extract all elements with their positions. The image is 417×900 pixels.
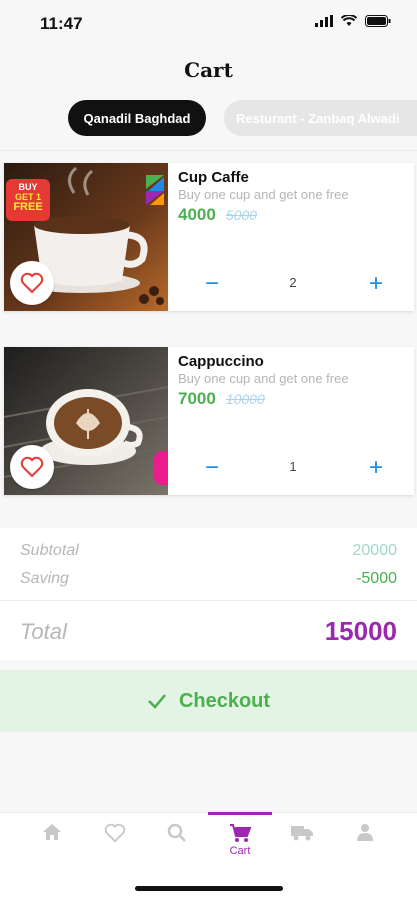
person-icon — [357, 824, 373, 841]
heart-icon — [20, 456, 44, 478]
subtotal-value: 20000 — [352, 542, 398, 559]
item-old-price: 5000 — [225, 207, 257, 223]
item-name: Cappuccino — [178, 353, 264, 370]
badge-line: FREE — [13, 201, 43, 213]
saving-label: Saving — [20, 570, 69, 587]
wifi-icon — [340, 14, 358, 32]
subtotal-row: Subtotal 20000 — [20, 542, 397, 560]
nav-cart-label: Cart — [229, 845, 251, 857]
heart-icon — [104, 823, 126, 843]
quantity-stepper: − 1 + — [178, 455, 408, 483]
divider — [0, 600, 417, 601]
increase-button[interactable]: + — [362, 455, 390, 483]
total-label: Total — [20, 618, 67, 644]
item-description: Buy one cup and get one free — [178, 371, 349, 386]
nav-cart[interactable]: Cart — [218, 823, 262, 871]
favorite-button[interactable] — [10, 261, 54, 305]
subtotal-label: Subtotal — [20, 542, 79, 559]
decrease-button[interactable]: − — [198, 455, 226, 483]
status-bar: 11:47 — [0, 0, 417, 48]
nav-search[interactable] — [155, 823, 199, 871]
heart-icon — [20, 272, 44, 294]
status-icons — [315, 14, 391, 32]
badge-line: BUY — [18, 182, 38, 192]
tab-qanadil-baghdad[interactable]: Qanadil Baghdad — [68, 100, 206, 136]
cart-item: BUY GET 1 FREE Cup Caffe Buy one cup and… — [4, 163, 414, 311]
decrease-button[interactable]: − — [198, 271, 226, 299]
nav-favorites[interactable] — [93, 823, 137, 871]
divider — [0, 150, 417, 151]
quantity-stepper: − 2 + — [178, 271, 408, 299]
nav-delivery[interactable] — [280, 823, 324, 871]
item-name: Cup Caffe — [178, 169, 249, 186]
quantity-value: 1 — [289, 459, 297, 474]
check-icon — [148, 694, 166, 709]
vendor-tabs: Qanadil Baghdad Resturant - Zanbaq Alwad… — [0, 100, 417, 140]
cart-icon — [230, 824, 251, 842]
price-row: 7000 10000 — [178, 389, 265, 409]
increase-button[interactable]: + — [362, 271, 390, 299]
checkout-label: Checkout — [178, 689, 271, 712]
saving-row: Saving -5000 — [20, 570, 397, 588]
item-description: Buy one cup and get one free — [178, 187, 349, 202]
item-price: 4000 — [178, 205, 216, 224]
total-value: 15000 — [324, 616, 397, 646]
offer-badge: BUY GET 1 FREE — [6, 179, 50, 221]
total-row: Total 15000 — [20, 616, 397, 647]
active-indicator — [208, 812, 272, 815]
nav-home[interactable] — [30, 823, 74, 871]
offer-badge — [154, 451, 168, 485]
checkout-button[interactable]: Checkout — [0, 670, 417, 732]
item-price: 7000 — [178, 389, 216, 408]
home-indicator — [135, 886, 283, 891]
tab-zanbaq-alwadi[interactable]: Resturant - Zanbaq Alwadi — [224, 100, 417, 136]
saving-value: -5000 — [356, 570, 397, 587]
favorite-button[interactable] — [10, 445, 54, 489]
quantity-value: 2 — [289, 275, 297, 290]
page-title: Cart — [184, 58, 233, 82]
truck-icon — [291, 826, 313, 841]
brand-logo — [144, 173, 166, 207]
battery-icon — [365, 14, 391, 32]
price-row: 4000 5000 — [178, 205, 257, 225]
status-time: 11:47 — [40, 14, 83, 33]
item-old-price: 10000 — [225, 391, 265, 407]
search-icon — [167, 823, 186, 842]
cart-item: Cappuccino Buy one cup and get one free … — [4, 347, 414, 495]
home-icon — [43, 824, 61, 840]
signal-icon — [315, 14, 333, 32]
order-summary: Subtotal 20000 Saving -5000 Total 15000 — [0, 528, 417, 660]
nav-profile[interactable] — [343, 823, 387, 871]
